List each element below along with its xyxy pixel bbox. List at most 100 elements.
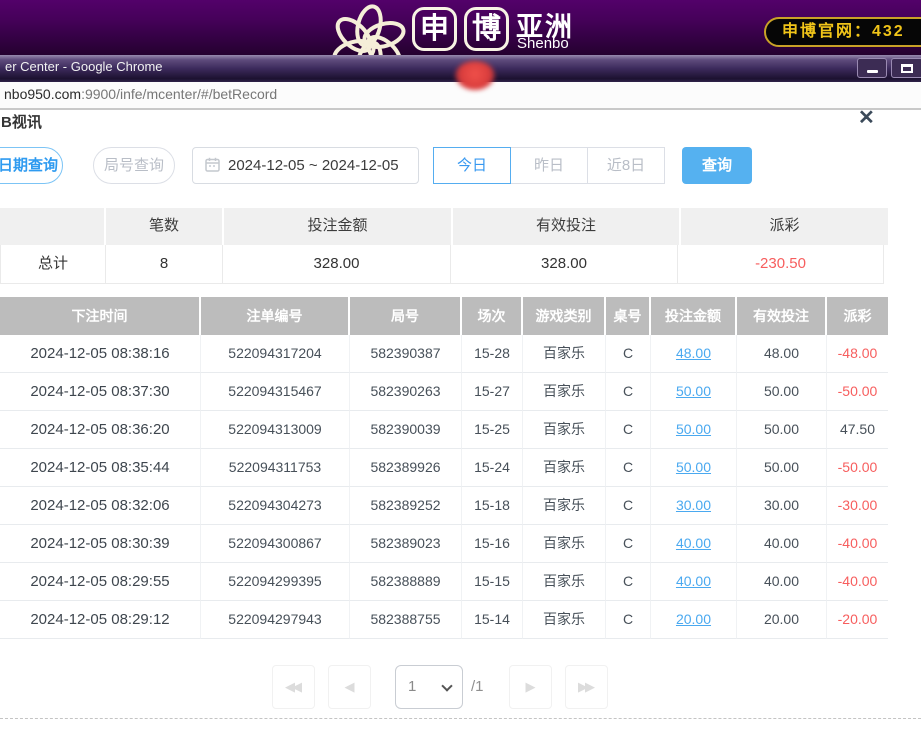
cell-table-no: C (606, 487, 651, 525)
cell-payout: -48.00 (827, 335, 888, 373)
chevron-down-icon (441, 680, 452, 691)
summary-bet-amount: 328.00 (222, 245, 451, 284)
url-text: nbo950.com:9900/infe/mcenter/#/betRecord (4, 86, 277, 102)
cell-table-no: C (606, 601, 651, 639)
cell-table-no: C (606, 449, 651, 487)
official-site-badge: 申博官网：432 (764, 17, 921, 47)
maximize-button[interactable] (891, 58, 921, 78)
cell-bet-amount: 40.00 (651, 525, 737, 563)
cell-bet-amount: 30.00 (651, 487, 737, 525)
cell-valid-bet: 50.00 (737, 373, 827, 411)
page-select-value: 1 (408, 678, 416, 695)
pagination: ◀◀ ◀ 1 /1 ▶ ▶▶ (0, 665, 921, 709)
bet-amount-link[interactable]: 40.00 (676, 573, 711, 589)
cell-round-no: 582390263 (350, 373, 462, 411)
cell-session: 15-18 (462, 487, 523, 525)
cell-payout: -30.00 (827, 487, 888, 525)
cell-bet-time: 2024-12-05 08:36:20 (0, 411, 201, 449)
yesterday-button[interactable]: 昨日 (510, 147, 588, 184)
date-range-input[interactable]: 2024-12-05 ~ 2024-12-05 (192, 147, 419, 184)
url-path: :9900/infe/mcenter/#/betRecord (81, 86, 277, 102)
bet-amount-link[interactable]: 48.00 (676, 345, 711, 361)
cell-order-no: 522094299395 (201, 563, 350, 601)
cell-table-no: C (606, 563, 651, 601)
maximize-icon (901, 64, 913, 73)
bet-amount-link[interactable]: 50.00 (676, 421, 711, 437)
cell-session: 15-15 (462, 563, 523, 601)
cell-session: 15-16 (462, 525, 523, 563)
cell-bet-time: 2024-12-05 08:29:12 (0, 601, 201, 639)
column-header-session: 场次 (462, 297, 523, 335)
close-icon[interactable]: ✕ (858, 110, 884, 123)
today-button[interactable]: 今日 (433, 147, 511, 184)
logo-char-shen: 申 (412, 7, 457, 51)
bet-amount-link[interactable]: 50.00 (676, 459, 711, 475)
cell-valid-bet: 20.00 (737, 601, 827, 639)
table-row: 2024-12-05 08:29:12522094297943582388755… (0, 601, 888, 639)
column-header-payout: 派彩 (827, 297, 888, 335)
cell-bet-time: 2024-12-05 08:32:06 (0, 487, 201, 525)
next-page-button[interactable]: ▶ (509, 665, 552, 709)
quick-range-group: 今日 昨日 近8日 (433, 147, 665, 184)
cell-valid-bet: 48.00 (737, 335, 827, 373)
cell-valid-bet: 50.00 (737, 411, 827, 449)
date-range-value: 2024-12-05 ~ 2024-12-05 (228, 157, 399, 174)
bet-amount-link[interactable]: 40.00 (676, 535, 711, 551)
cell-bet-time: 2024-12-05 08:37:30 (0, 373, 201, 411)
cell-order-no: 522094304273 (201, 487, 350, 525)
first-page-button[interactable]: ◀◀ (272, 665, 315, 709)
calendar-icon (205, 157, 220, 172)
table-row: 2024-12-05 08:29:55522094299395582388889… (0, 563, 888, 601)
minimize-button[interactable] (857, 58, 887, 78)
summary-count: 8 (105, 245, 223, 284)
column-header-round-no: 局号 (350, 297, 462, 335)
cell-order-no: 522094311753 (201, 449, 350, 487)
bet-amount-link[interactable]: 20.00 (676, 611, 711, 627)
bet-table-header: 下注时间注单编号局号场次游戏类别桌号投注金额有效投注派彩 (0, 297, 888, 335)
search-button[interactable]: 查询 (682, 147, 752, 184)
prev-page-button[interactable]: ◀ (328, 665, 371, 709)
cell-session: 15-25 (462, 411, 523, 449)
cell-payout: -20.00 (827, 601, 888, 639)
cell-game-type: 百家乐 (523, 525, 606, 563)
last-page-button[interactable]: ▶▶ (565, 665, 608, 709)
flower-logo-icon (327, 2, 411, 55)
page-select[interactable]: 1 (395, 665, 463, 709)
cell-round-no: 582390387 (350, 335, 462, 373)
round-query-tab[interactable]: 局号查询 (93, 147, 175, 184)
cell-game-type: 百家乐 (523, 373, 606, 411)
summary-column-header: 派彩 (681, 208, 888, 245)
last8days-button[interactable]: 近8日 (587, 147, 665, 184)
cell-bet-amount: 50.00 (651, 373, 737, 411)
bet-amount-link[interactable]: 30.00 (676, 497, 711, 513)
cell-order-no: 522094300867 (201, 525, 350, 563)
summary-column-header: 投注金额 (224, 208, 453, 245)
cell-game-type: 百家乐 (523, 563, 606, 601)
column-header-bet-amount: 投注金额 (651, 297, 737, 335)
summary-column-header (0, 208, 106, 245)
cell-round-no: 582388889 (350, 563, 462, 601)
bet-table: 下注时间注单编号局号场次游戏类别桌号投注金额有效投注派彩 2024-12-05 … (0, 297, 888, 639)
cell-valid-bet: 50.00 (737, 449, 827, 487)
url-host: nbo950.com (4, 86, 81, 102)
logo-latin-text: Shenbo (517, 35, 569, 52)
summary-column-header: 有效投注 (453, 208, 681, 245)
summary-total-row: 总计 8 328.00 328.00 -230.50 (0, 245, 888, 284)
cell-session: 15-27 (462, 373, 523, 411)
minimize-icon (867, 70, 878, 73)
cell-round-no: 582390039 (350, 411, 462, 449)
cell-valid-bet: 40.00 (737, 563, 827, 601)
cell-bet-time: 2024-12-05 08:35:44 (0, 449, 201, 487)
cell-bet-amount: 40.00 (651, 563, 737, 601)
column-header-order-no: 注单编号 (201, 297, 350, 335)
bet-amount-link[interactable]: 50.00 (676, 383, 711, 399)
cell-payout: -50.00 (827, 373, 888, 411)
date-query-tab[interactable]: 日期查询 (0, 147, 63, 184)
cell-game-type: 百家乐 (523, 335, 606, 373)
cell-table-no: C (606, 411, 651, 449)
cell-table-no: C (606, 335, 651, 373)
cell-bet-time: 2024-12-05 08:38:16 (0, 335, 201, 373)
cell-payout: -50.00 (827, 449, 888, 487)
table-row: 2024-12-05 08:36:20522094313009582390039… (0, 411, 888, 449)
cell-payout: -40.00 (827, 525, 888, 563)
